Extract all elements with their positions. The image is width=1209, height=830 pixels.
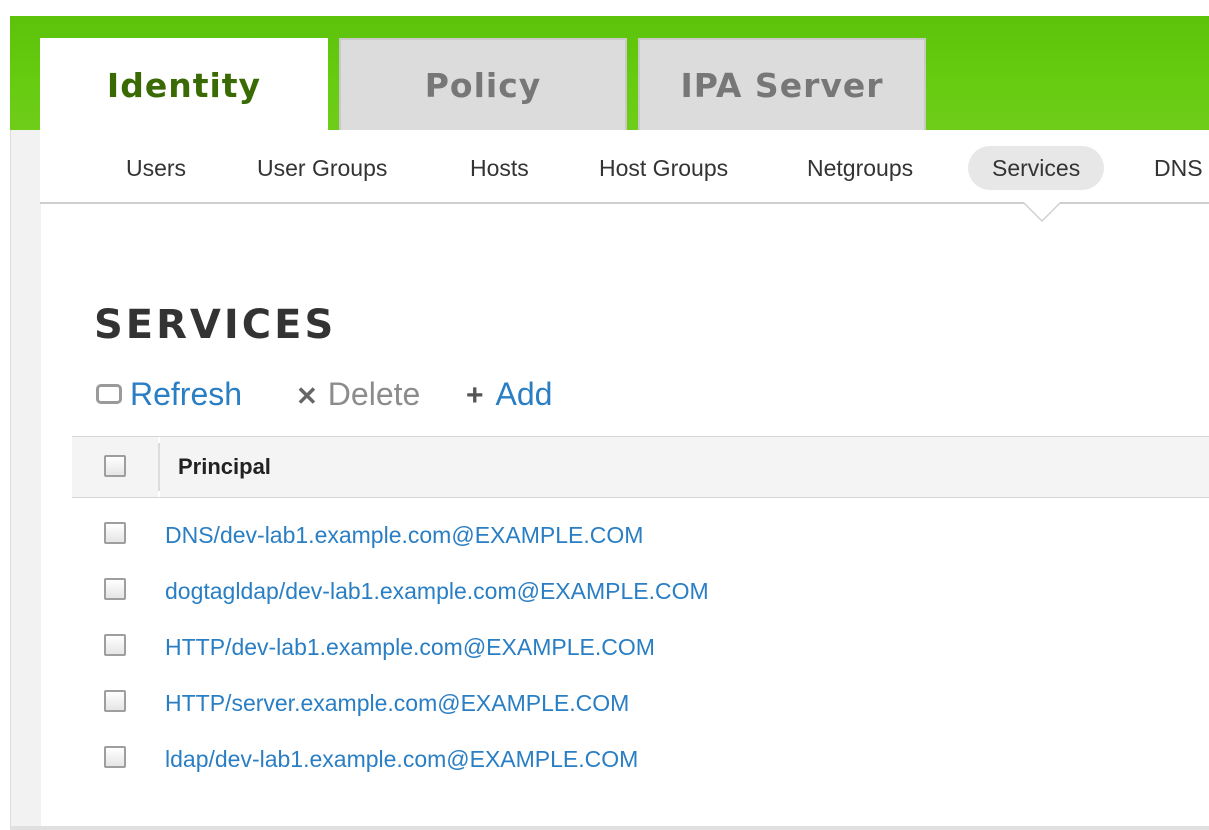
delete-label: Delete bbox=[327, 376, 421, 412]
row-checkbox[interactable] bbox=[104, 522, 126, 544]
page-title: SERVICES bbox=[94, 302, 337, 348]
refresh-label: Refresh bbox=[130, 376, 243, 412]
delete-button[interactable]: ✕ Delete bbox=[296, 374, 420, 414]
principal-link[interactable]: ldap/dev-lab1.example.com@EXAMPLE.COM bbox=[165, 744, 638, 774]
sub-navigation: Users User Groups Hosts Host Groups Netg… bbox=[40, 130, 1209, 204]
bottom-frame-border bbox=[10, 826, 1209, 830]
subnav-user-groups[interactable]: User Groups bbox=[233, 146, 411, 190]
table-header: Principal bbox=[72, 436, 1209, 498]
row-checkbox[interactable] bbox=[104, 746, 126, 768]
subnav-users[interactable]: Users bbox=[102, 146, 210, 190]
column-header-principal[interactable]: Principal bbox=[178, 437, 271, 497]
add-label: Add bbox=[495, 376, 553, 412]
refresh-button[interactable]: Refresh bbox=[96, 374, 242, 414]
principal-link[interactable]: DNS/dev-lab1.example.com@EXAMPLE.COM bbox=[165, 520, 643, 550]
row-checkbox[interactable] bbox=[104, 634, 126, 656]
principal-link[interactable]: HTTP/server.example.com@EXAMPLE.COM bbox=[165, 688, 629, 718]
principal-link[interactable]: dogtagldap/dev-lab1.example.com@EXAMPLE.… bbox=[165, 576, 709, 606]
subnav-dns[interactable]: DNS bbox=[1130, 146, 1209, 190]
row-checkbox[interactable] bbox=[104, 578, 126, 600]
subnav-host-groups[interactable]: Host Groups bbox=[575, 146, 752, 190]
row-checkbox[interactable] bbox=[104, 690, 126, 712]
subnav-services[interactable]: Services bbox=[968, 146, 1105, 190]
tab-identity[interactable]: Identity bbox=[40, 38, 328, 130]
left-frame-border bbox=[10, 130, 41, 830]
column-divider bbox=[158, 443, 160, 491]
tab-ipa-server[interactable]: IPA Server bbox=[638, 38, 926, 130]
x-icon: ✕ bbox=[296, 381, 318, 411]
subnav-netgroups[interactable]: Netgroups bbox=[783, 146, 937, 190]
principal-link[interactable]: HTTP/dev-lab1.example.com@EXAMPLE.COM bbox=[165, 632, 655, 662]
select-all-checkbox[interactable] bbox=[104, 455, 126, 477]
tab-policy[interactable]: Policy bbox=[339, 38, 627, 130]
subnav-hosts[interactable]: Hosts bbox=[446, 146, 553, 190]
plus-icon: + bbox=[466, 379, 484, 412]
active-subnav-pointer-inner bbox=[1024, 202, 1060, 220]
refresh-icon bbox=[96, 383, 122, 404]
add-button[interactable]: + Add bbox=[466, 374, 552, 414]
